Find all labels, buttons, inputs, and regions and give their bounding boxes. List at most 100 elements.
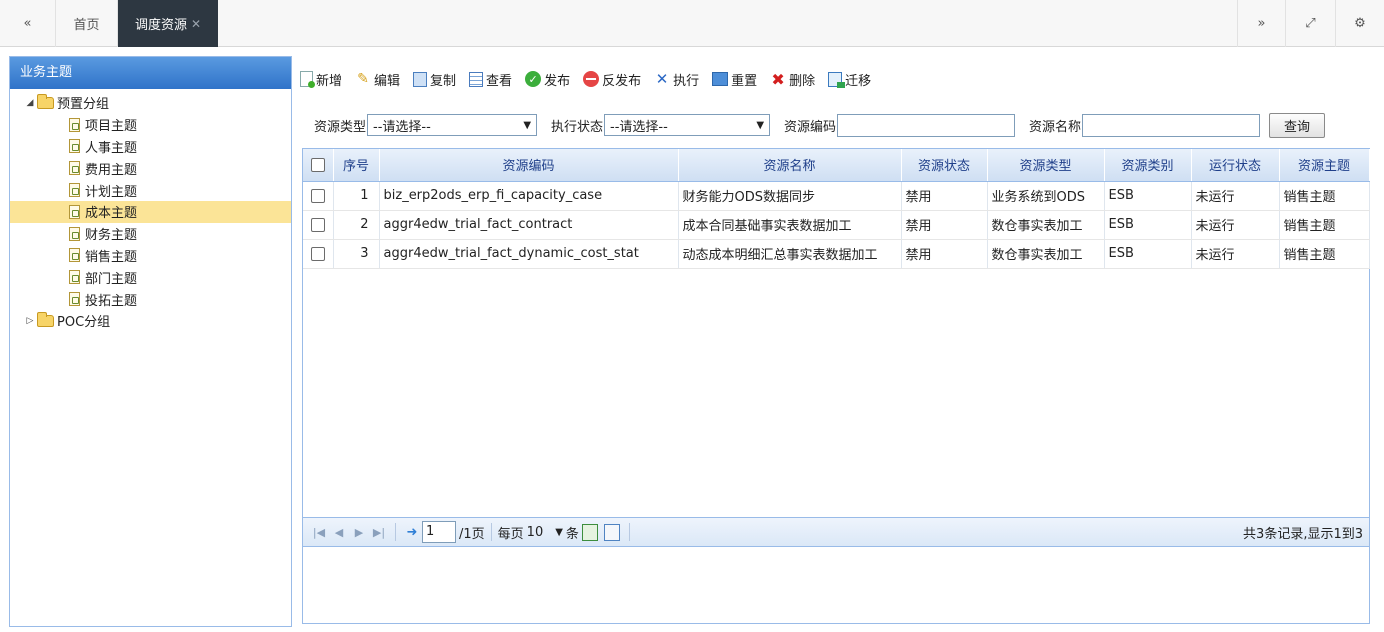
- last-page-icon[interactable]: ▶|: [369, 526, 389, 539]
- unpublish-button[interactable]: 反发布: [583, 70, 641, 89]
- column-header[interactable]: 资源编码: [379, 149, 679, 182]
- table-cell: 销售主题: [1279, 210, 1370, 240]
- folder-open-icon: [37, 93, 54, 109]
- tree-item-investment[interactable]: 投拓主题: [10, 288, 291, 310]
- tree-group-poc[interactable]: ▷ POC分组: [10, 310, 291, 332]
- column-header[interactable]: 资源类别: [1104, 149, 1192, 182]
- exec-status-value: --请选择--: [610, 119, 668, 135]
- close-icon[interactable]: ✕: [191, 17, 201, 31]
- table-cell: ESB: [1104, 210, 1192, 240]
- table-row[interactable]: 1 biz_erp2ods_erp_fi_capacity_case 财务能力O…: [303, 181, 1370, 211]
- page-number-input[interactable]: 1: [422, 521, 456, 543]
- tree-group-preset[interactable]: ◢ 预置分组: [10, 92, 291, 114]
- tree-item-label: 部门主题: [85, 271, 138, 287]
- scroll-tabs-left-button[interactable]: «: [0, 0, 56, 47]
- column-header[interactable]: 资源主题: [1279, 149, 1370, 182]
- column-header[interactable]: 资源类型: [987, 149, 1105, 182]
- document-icon: [69, 183, 80, 198]
- chevron-down-icon: ▼: [523, 119, 532, 131]
- expand-right-icon[interactable]: ▷: [24, 316, 36, 326]
- column-header[interactable]: 运行状态: [1191, 149, 1280, 182]
- scroll-tabs-right-button[interactable]: »: [1237, 0, 1285, 47]
- pencil-icon: ✎: [357, 71, 369, 87]
- resource-type-select[interactable]: --请选择-- ▼: [367, 114, 538, 136]
- execute-button-label: 执行: [673, 73, 700, 89]
- resource-grid: 序号 资源编码 资源名称 资源状态 资源类型 资源类别 运行状态 资源主题 1 …: [302, 148, 1370, 624]
- document-icon: [69, 117, 80, 132]
- per-page-select[interactable]: 10 ▼: [524, 521, 566, 543]
- copy-button-label: 复制: [430, 73, 457, 89]
- row-checkbox[interactable]: [310, 217, 325, 232]
- action-toolbar: 新增 ✎ 编辑 复制 查看 ✓ 发布 反发布 ✕ 执行 重置 ✖ 删除 迁移: [300, 62, 1375, 96]
- pager-separator: [628, 523, 630, 541]
- table-cell: 财务能力ODS数据同步: [678, 181, 902, 211]
- table-cell: aggr4edw_trial_fact_dynamic_cost_stat: [379, 239, 679, 269]
- table-cell: 动态成本明细汇总事实表数据加工: [678, 239, 902, 269]
- tab-home[interactable]: 首页: [56, 0, 118, 47]
- go-arrow-icon[interactable]: ➜: [402, 525, 422, 540]
- chevron-down-icon: ▼: [756, 119, 765, 131]
- table-cell: ESB: [1104, 239, 1192, 269]
- column-header[interactable]: 资源名称: [678, 149, 902, 182]
- unpublish-button-label: 反发布: [602, 73, 642, 89]
- record-count-info: 共3条记录,显示1到3: [1243, 526, 1363, 542]
- reset-button[interactable]: 重置: [712, 70, 757, 89]
- tree-item-project[interactable]: 项目主题: [10, 114, 291, 136]
- first-page-icon[interactable]: |◀: [309, 526, 329, 539]
- tree-item-label: 计划主题: [85, 184, 138, 200]
- row-checkbox[interactable]: [310, 246, 325, 261]
- column-header[interactable]: 序号: [333, 149, 380, 182]
- table-row[interactable]: 3 aggr4edw_trial_fact_dynamic_cost_stat …: [303, 239, 1370, 269]
- table-cell: ESB: [1104, 181, 1192, 211]
- export-excel-icon[interactable]: [581, 523, 598, 541]
- prev-page-icon[interactable]: ◀: [329, 526, 349, 539]
- tree-item-finance[interactable]: 财务主题: [10, 223, 291, 245]
- edit-button[interactable]: ✎ 编辑: [355, 70, 400, 89]
- tools-icon: ✕: [655, 70, 669, 88]
- window-icon: [712, 72, 729, 86]
- tree-item-cost[interactable]: 成本主题: [10, 200, 291, 223]
- tree-item-label: 投拓主题: [85, 293, 138, 309]
- publish-button[interactable]: ✓ 发布: [525, 70, 570, 89]
- row-select-cell: [303, 239, 334, 269]
- delete-button[interactable]: ✖ 删除: [770, 70, 815, 89]
- view-button[interactable]: 查看: [469, 70, 512, 89]
- tree-item-label: 人事主题: [85, 140, 138, 156]
- column-header[interactable]: 资源状态: [901, 149, 988, 182]
- table-row[interactable]: 2 aggr4edw_trial_fact_contract 成本合同基础事实表…: [303, 210, 1370, 240]
- pagination-bar: |◀ ◀ ▶ ▶| ➜ 1 /1页 每页 10 ▼ 条 共3条记录,显示1到3: [303, 517, 1369, 547]
- pager-separator: [490, 523, 492, 541]
- document-icon: [69, 161, 80, 176]
- exec-status-select[interactable]: --请选择-- ▼: [604, 114, 771, 136]
- execute-button[interactable]: ✕ 执行: [654, 70, 699, 89]
- migrate-button[interactable]: 迁移: [828, 70, 871, 89]
- resource-name-input[interactable]: [1082, 113, 1261, 137]
- fullscreen-button[interactable]: ⤢: [1285, 0, 1335, 47]
- expand-down-icon[interactable]: ◢: [24, 98, 36, 108]
- copy-button[interactable]: 复制: [413, 70, 456, 89]
- table-cell: 成本合同基础事实表数据加工: [678, 210, 902, 240]
- tree-item-label: 销售主题: [85, 249, 138, 265]
- migrate-icon: [828, 71, 846, 88]
- table-cell: 未运行: [1191, 210, 1280, 240]
- tree-item-sales[interactable]: 销售主题: [10, 245, 291, 267]
- query-button[interactable]: 查询: [1269, 112, 1326, 138]
- double-right-arrow-icon: »: [1257, 16, 1266, 31]
- filter-bar: 资源类型 --请选择-- ▼ 执行状态 --请选择-- ▼ 资源编码 资源名称 查询: [300, 108, 1375, 142]
- delete-button-label: 删除: [789, 73, 816, 89]
- next-page-icon[interactable]: ▶: [349, 526, 369, 539]
- row-checkbox[interactable]: [310, 188, 325, 203]
- select-all-checkbox[interactable]: [310, 157, 325, 172]
- export-document-icon[interactable]: [603, 523, 620, 541]
- tree-item-plan[interactable]: 计划主题: [10, 179, 291, 201]
- resource-code-input[interactable]: [837, 113, 1016, 137]
- view-button-label: 查看: [486, 73, 513, 89]
- add-button[interactable]: 新增: [300, 70, 342, 89]
- tab-dispatch-resources[interactable]: 调度资源 ✕: [118, 0, 218, 47]
- tree-item-hr[interactable]: 人事主题: [10, 136, 291, 158]
- table-cell: 销售主题: [1279, 239, 1370, 269]
- tab-bar: « 首页 调度资源 ✕ » ⤢ ⚙: [0, 0, 1384, 47]
- tree-item-department[interactable]: 部门主题: [10, 266, 291, 288]
- tree-item-expense[interactable]: 费用主题: [10, 157, 291, 179]
- settings-button[interactable]: ⚙: [1335, 0, 1384, 47]
